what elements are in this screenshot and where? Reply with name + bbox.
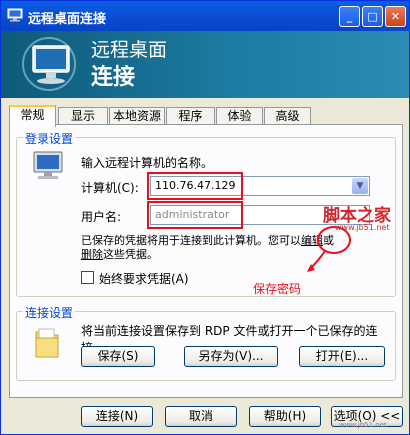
connect-button-label: 连接(N) (95, 409, 139, 423)
save-as-button[interactable]: 另存为(V)... (184, 346, 278, 367)
maximize-button[interactable]: □ (362, 6, 383, 27)
cancel-button[interactable]: 取消 (165, 406, 237, 427)
highlight-box-username (147, 201, 243, 229)
tab-general[interactable]: 常规 (9, 105, 56, 127)
connection-settings-group: 连接设置 将当前连接设置保存到 RDP 文件或打开一个已保存的连接。 保存(S)… (16, 304, 396, 381)
cancel-button-label: 取消 (188, 409, 213, 423)
close-button[interactable]: ✕ (385, 6, 406, 27)
banner-title-line2: 连接 (91, 65, 136, 90)
rdp-file-folder-icon (35, 328, 59, 358)
minimize-icon: _ (346, 10, 353, 23)
remote-desktop-window: 远程桌面连接 _ □ ✕ 远程桌面 连接 常规 显示 本地资源 程序 体验 高级… (0, 0, 410, 435)
computer-label: 计算机(C): (81, 181, 139, 195)
tab-programs-label: 程序 (178, 109, 203, 123)
close-icon: ✕ (390, 10, 401, 23)
tab-advanced[interactable]: 高级 (264, 107, 311, 125)
tab-general-label: 常规 (20, 108, 45, 122)
save-button[interactable]: 保存(S) (81, 346, 155, 367)
connect-button[interactable]: 连接(N) (81, 406, 153, 427)
delete-credentials-link[interactable]: 删除 (81, 248, 103, 261)
tab-local-resources[interactable]: 本地资源 (109, 107, 165, 125)
watermark-url: www.jb51.net (335, 223, 390, 232)
annotation-circle-arrow (307, 226, 351, 272)
header-banner: 远程桌面 连接 (1, 31, 409, 98)
tab-display-label: 显示 (70, 109, 95, 123)
monitor-icon (22, 37, 76, 91)
tab-experience[interactable]: 体验 (216, 107, 263, 125)
maximize-icon: □ (367, 10, 378, 23)
tab-experience-label: 体验 (227, 109, 252, 123)
open-button[interactable]: 打开(E)... (299, 346, 385, 367)
tab-programs[interactable]: 程序 (166, 107, 215, 125)
tab-local-resources-label: 本地资源 (112, 109, 161, 123)
computer-icon (33, 151, 63, 179)
save-as-button-label: 另存为(V)... (198, 349, 264, 363)
save-password-annotation: 保存密码 (253, 282, 302, 296)
saved-text-part1: 已保存的凭据将用于连接到此计算机。您可以 (81, 234, 301, 247)
always-ask-checkbox[interactable] (81, 271, 94, 284)
username-label: 用户名: (81, 210, 122, 224)
tab-advanced-label: 高级 (275, 109, 300, 123)
saved-text-part3: 这些凭据。 (103, 248, 158, 261)
window-title: 远程桌面连接 (28, 12, 107, 27)
chevron-down-icon[interactable]: ▼ (352, 178, 368, 194)
watermark-url-bottom: www.jb51.net (339, 421, 387, 429)
connection-settings-legend: 连接设置 (23, 304, 76, 321)
help-button-label: 帮助(H) (263, 409, 307, 423)
save-button-label: 保存(S) (97, 349, 139, 363)
title-bar[interactable]: 远程桌面连接 _ □ ✕ (1, 1, 409, 31)
login-settings-legend: 登录设置 (23, 130, 76, 147)
tab-display[interactable]: 显示 (58, 107, 108, 125)
minimize-button[interactable]: _ (339, 6, 360, 27)
banner-title-line1: 远程桌面 (91, 39, 168, 61)
always-ask-label[interactable]: 始终要求凭据(A) (99, 270, 189, 287)
help-button[interactable]: 帮助(H) (249, 406, 321, 427)
general-tab-panel: 登录设置 输入远程计算机的名称。 计算机(C): 110.76.47.129 ▼… (9, 124, 403, 398)
highlight-box-computer (147, 172, 243, 200)
login-prompt-text: 输入远程计算机的名称。 (81, 156, 214, 170)
remote-desktop-app-icon (7, 8, 23, 22)
open-button-label: 打开(E)... (315, 349, 369, 363)
